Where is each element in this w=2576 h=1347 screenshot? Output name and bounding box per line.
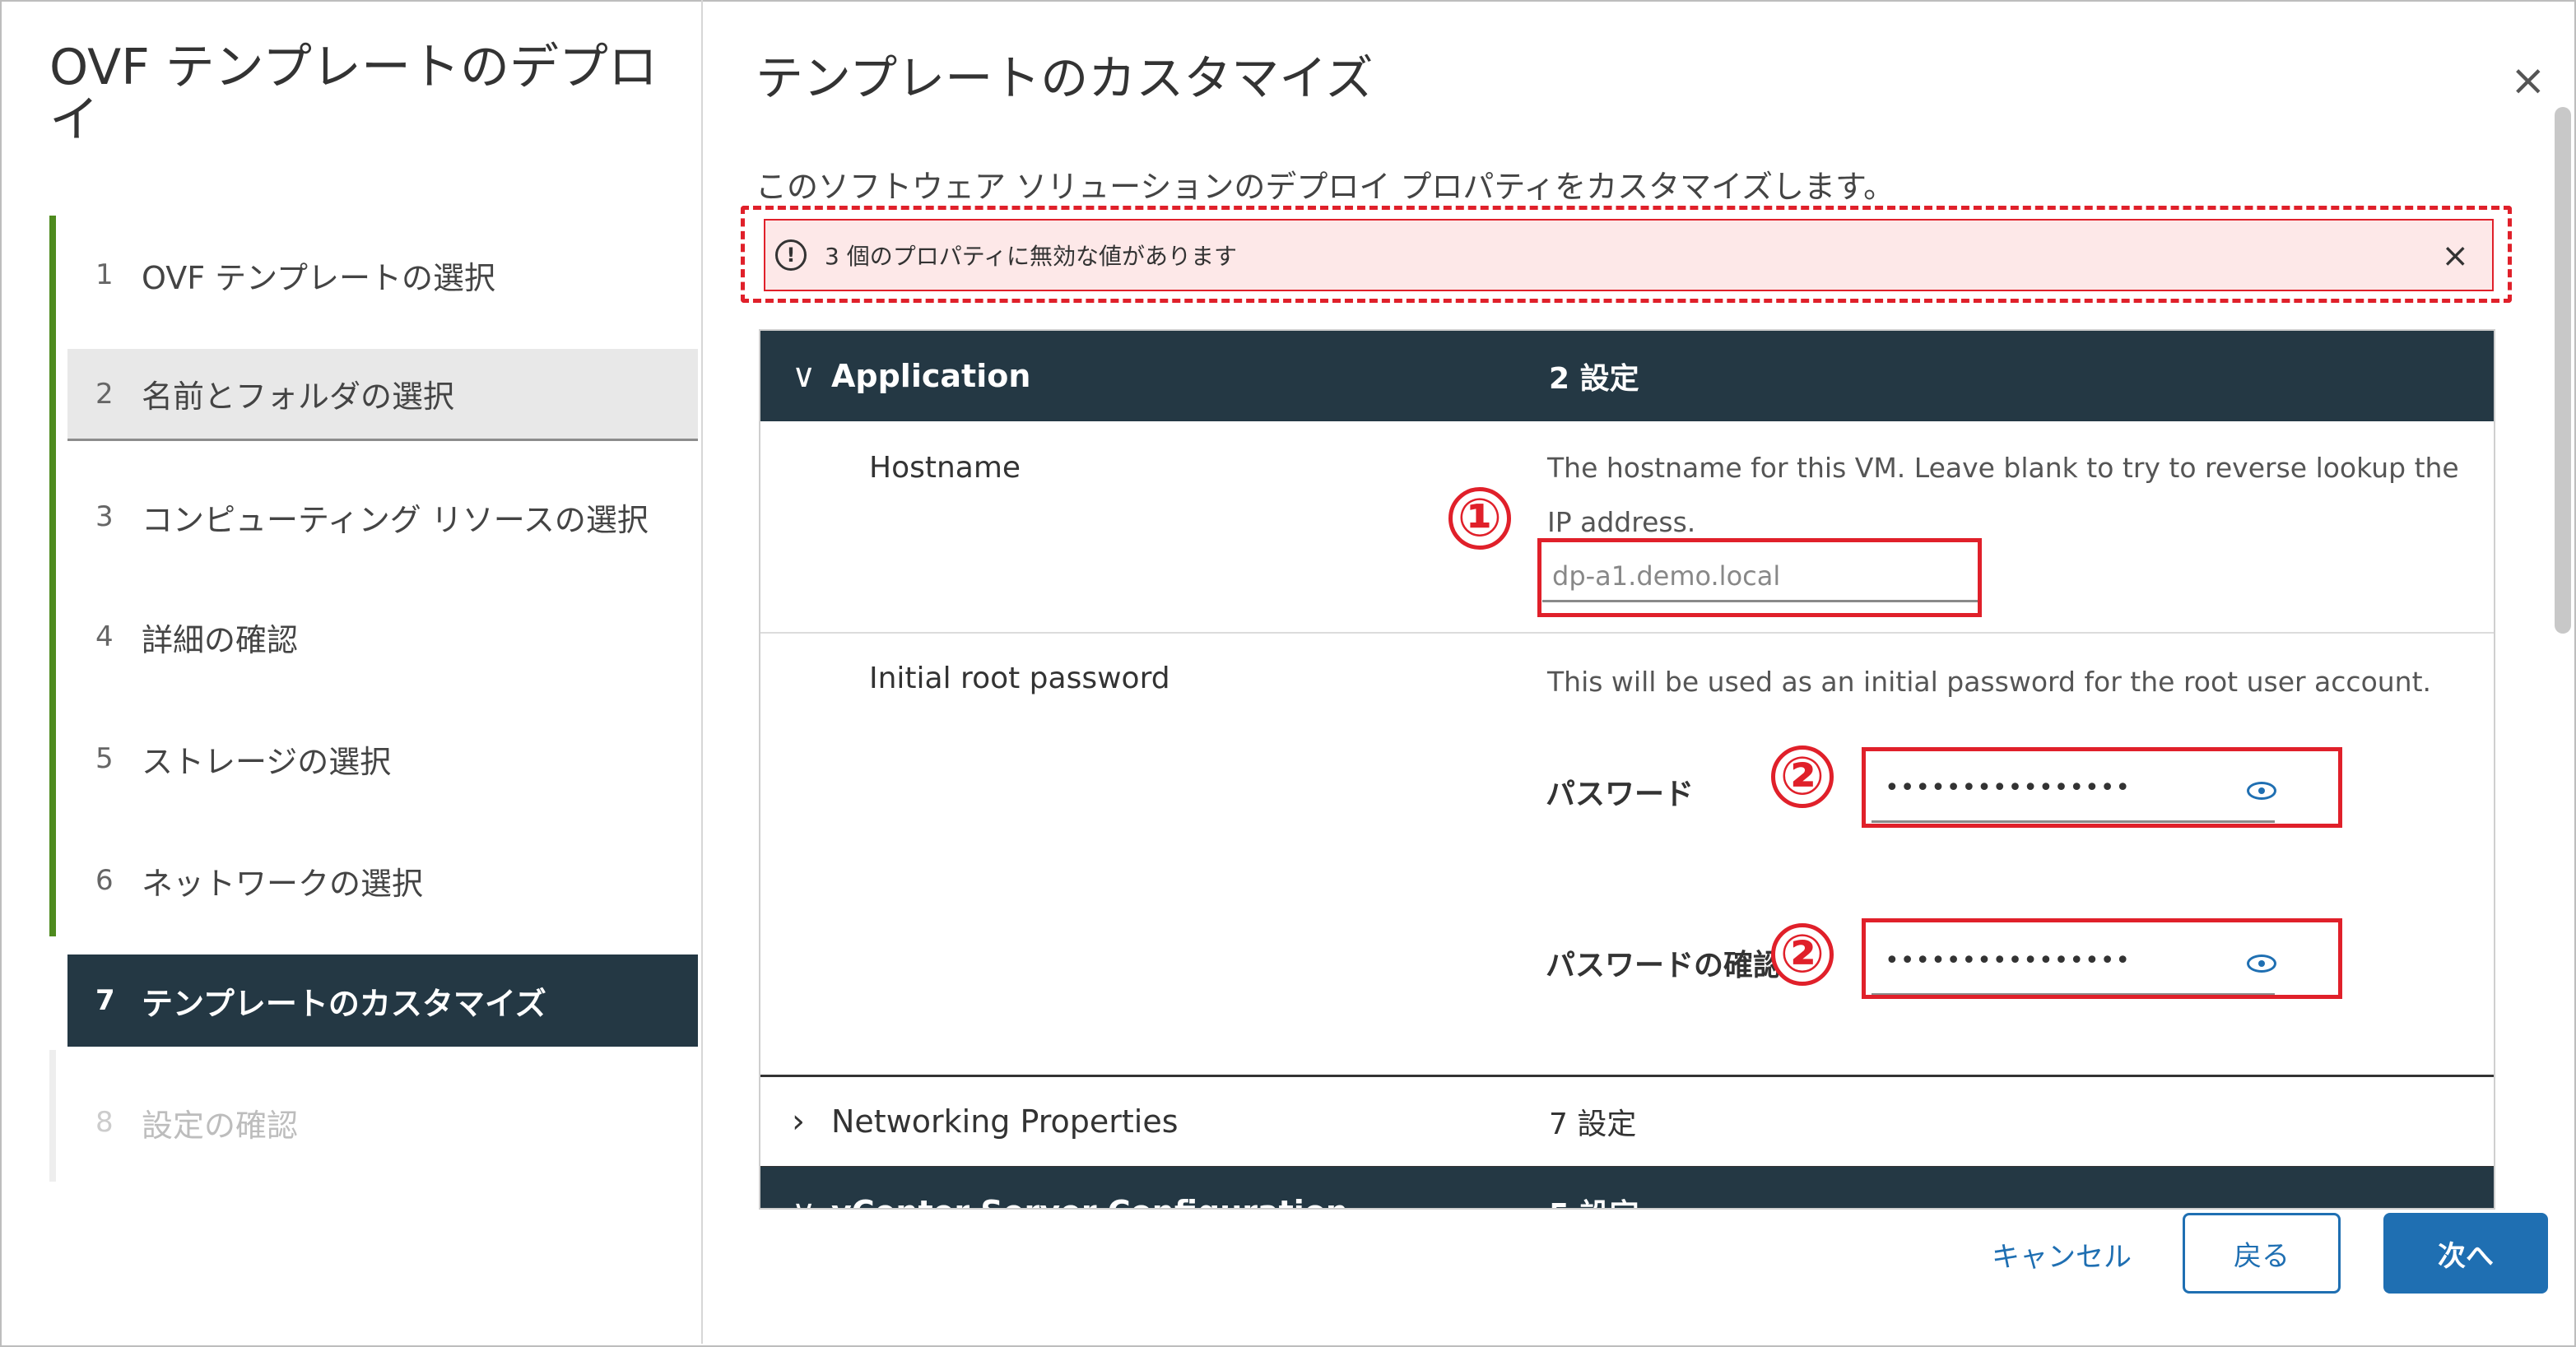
password-label: パスワード (1546, 778, 1695, 811)
close-icon[interactable]: × (2510, 59, 2546, 102)
alert-text: 3 個のプロパティに無効な値があります (825, 243, 1238, 270)
step-label: 詳細の確認 (142, 621, 299, 658)
step-label: 設定の確認 (142, 1107, 299, 1144)
step-number: 3 (95, 500, 114, 533)
section-count: 2 設定 (1549, 362, 1639, 396)
hostname-label: Hostname (869, 451, 1021, 485)
step-7-active[interactable]: 7 テンプレートのカスタマイズ (67, 955, 698, 1047)
step-number: 6 (95, 864, 114, 897)
callout-badge-1: ① (1448, 487, 1511, 550)
error-alert: ! 3 個のプロパティに無効な値があります × (764, 219, 2494, 291)
callout-badge-2: ② (1771, 745, 1834, 808)
step-label: OVF テンプレートの選択 (142, 259, 496, 296)
callout-badge-2: ② (1771, 923, 1834, 986)
back-button[interactable]: 戻る (2183, 1213, 2341, 1294)
section-networking-header[interactable]: › Networking Properties 7 設定 (760, 1075, 2494, 1168)
confirm-password-label: パスワードの確認 (1546, 949, 1783, 982)
step-number: 4 (95, 620, 114, 653)
step-number: 7 (95, 984, 115, 1017)
step-label: テンプレートのカスタマイズ (142, 985, 546, 1022)
root-password-label: Initial root password (869, 662, 1170, 695)
step-5[interactable]: 5 ストレージの選択 (67, 713, 698, 805)
step-label: 名前とフォルダの選択 (142, 379, 455, 415)
chevron-down-icon: ∨ (792, 357, 816, 395)
step-2[interactable]: 2 名前とフォルダの選択 (67, 349, 698, 441)
hostname-help: The hostname for this VM. Leave blank to… (1547, 452, 2459, 538)
section-name: vCenter Server Configuration (831, 1194, 1348, 1208)
wizard-title: OVF テンプレートのデプロイ (49, 39, 658, 149)
alert-close-icon[interactable]: × (2441, 237, 2469, 275)
step-3[interactable]: 3 コンピューティング リソースの選択 (67, 471, 698, 563)
progress-line-pending (49, 1050, 56, 1182)
section-count: 7 設定 (1549, 1108, 1637, 1141)
section-count: 5 設定 (1549, 1191, 1639, 1208)
step-4[interactable]: 4 詳細の確認 (67, 591, 698, 683)
step-6[interactable]: 6 ネットワークの選択 (67, 834, 698, 927)
step-number: 5 (95, 742, 114, 775)
confirm-highlight-box (1862, 918, 2342, 999)
step-label: コンピューティング リソースの選択 (142, 501, 649, 538)
step-label: ストレージの選択 (142, 743, 392, 780)
chevron-right-icon: › (792, 1103, 805, 1140)
next-button[interactable]: 次へ (2383, 1213, 2548, 1294)
step-number: 2 (95, 377, 114, 411)
wizard-sidebar: OVF テンプレートのデプロイ 1 OVF テンプレートの選択 2 名前とフォル… (0, 0, 703, 1344)
row-divider (760, 632, 2494, 634)
cancel-button[interactable]: キャンセル (1992, 1234, 2132, 1275)
page-description: このソフトウェア ソリューションのデプロイ プロパティをカスタマイズします。 (756, 169, 1895, 205)
hostname-highlight-box (1537, 538, 1982, 617)
step-8-disabled: 8 設定の確認 (67, 1076, 698, 1168)
progress-line (49, 216, 56, 936)
password-highlight-box (1862, 747, 2342, 828)
section-name: Networking Properties (831, 1103, 1179, 1140)
error-icon: ! (775, 239, 807, 271)
section-name: Application (831, 358, 1031, 394)
root-password-help: This will be used as an initial password… (1547, 666, 2432, 698)
step-1[interactable]: 1 OVF テンプレートの選択 (67, 229, 698, 321)
callout-number: ① (1457, 488, 1503, 549)
step-number: 1 (95, 258, 114, 291)
section-application-header[interactable]: ∨ Application 2 設定 (760, 331, 2494, 421)
step-label: ネットワークの選択 (142, 865, 424, 902)
step-number: 8 (95, 1106, 114, 1139)
page-title: テンプレートのカスタマイズ (756, 50, 1374, 106)
callout-number: ② (1779, 924, 1825, 985)
section-vcenter-header[interactable]: ∨ vCenter Server Configuration 5 設定 (760, 1167, 2494, 1208)
chevron-down-icon: ∨ (792, 1193, 825, 1208)
scrollbar-thumb[interactable] (2555, 107, 2571, 634)
callout-number: ② (1779, 746, 1825, 807)
